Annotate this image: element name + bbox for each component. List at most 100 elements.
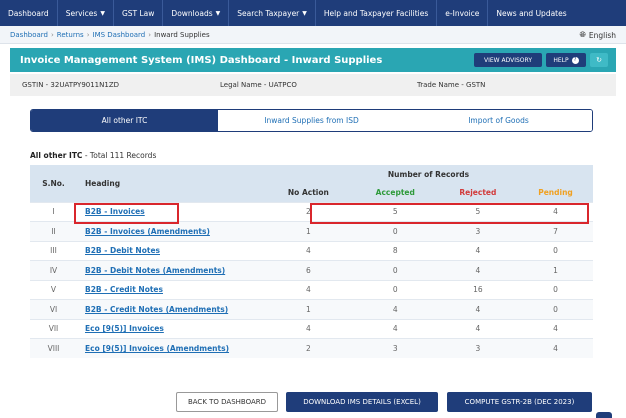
row-accepted[interactable]: 5 [352,201,438,222]
nav-news[interactable]: News and Updates [488,0,574,26]
row-sno: VI [30,299,77,319]
view-advisory-button[interactable]: VIEW ADVISORY [474,53,542,67]
row-rejected[interactable]: 16 [437,279,519,300]
row-no-action[interactable]: 1 [264,221,353,241]
row-accepted[interactable]: 4 [352,299,438,319]
tab-import-of-goods[interactable]: Import of Goods [405,110,592,131]
row-accepted[interactable]: 4 [352,318,438,339]
row-sno: VII [30,318,77,339]
help-button[interactable]: HELP ? [546,53,586,67]
row-heading-link[interactable]: Eco [9(5)] Invoices (Amendments) [85,344,229,353]
row-heading-link[interactable]: Eco [9(5)] Invoices [85,324,164,333]
tab-inward-supplies-isd[interactable]: Inward Supplies from ISD [218,110,405,131]
compute-gstr-2b-button[interactable]: COMPUTE GSTR-2B (DEC 2023) [447,392,592,412]
back-to-dashboard-button[interactable]: BACK TO DASHBOARD [176,392,278,412]
nav-dashboard[interactable]: Dashboard [0,0,58,26]
legal-name-text: Legal Name - UATPCO [220,81,297,89]
row-accepted[interactable]: 0 [352,279,438,300]
row-pending[interactable]: 4 [518,201,593,222]
nav-label: News and Updates [496,8,567,18]
row-heading-link[interactable]: B2B - Invoices (Amendments) [85,227,210,236]
nav-e-invoice[interactable]: e-Invoice [437,0,489,26]
row-sno: IV [30,260,77,280]
table-row: III B2B - Debit Notes 4 8 4 0 [30,240,593,261]
tab-all-other-itc[interactable]: All other ITC [31,110,218,131]
row-accepted[interactable]: 3 [352,338,438,358]
language-selector[interactable]: 🌐︎ English [580,30,617,40]
row-heading: B2B - Invoices (Amendments) [77,221,264,241]
nav-gst-law[interactable]: GST Law [114,0,164,26]
nav-services[interactable]: Services ▼ [58,0,114,26]
row-pending[interactable]: 1 [518,260,593,280]
row-heading-link[interactable]: B2B - Invoices [85,207,145,216]
row-sno: I [30,201,77,222]
nav-label: Dashboard [8,8,49,18]
row-rejected[interactable]: 3 [437,338,519,358]
row-rejected[interactable]: 4 [437,299,519,319]
row-pending[interactable]: 4 [518,318,593,339]
table-row: VIII Eco [9(5)] Invoices (Amendments) 2 … [30,338,593,358]
row-pending[interactable]: 4 [518,338,593,358]
caret-down-icon: ▼ [215,9,221,17]
refresh-icon: ↻ [596,56,602,64]
row-no-action[interactable]: 2 [264,338,353,358]
row-no-action[interactable]: 2 [264,201,353,222]
row-rejected[interactable]: 4 [437,260,519,280]
row-heading-link[interactable]: B2B - Debit Notes (Amendments) [85,266,225,275]
top-nav: Dashboard Services ▼ GST Law Downloads ▼ S… [0,0,626,26]
row-no-action[interactable]: 4 [264,318,353,339]
row-accepted[interactable]: 8 [352,240,438,261]
nav-search-taxpayer[interactable]: Search Taxpayer ▼ [229,0,316,26]
row-pending[interactable]: 0 [518,279,593,300]
table-row: IV B2B - Debit Notes (Amendments) 6 0 4 … [30,260,593,280]
breadcrumb-current: Inward Supplies [154,30,210,39]
row-heading-link[interactable]: B2B - Credit Notes (Amendments) [85,305,228,314]
nav-help[interactable]: Help and Taxpayer Facilities [316,0,438,26]
row-heading: B2B - Credit Notes (Amendments) [77,299,264,319]
col-pending: Pending [518,183,593,202]
refresh-button[interactable]: ↻ [590,53,608,67]
row-no-action[interactable]: 4 [264,240,353,261]
nav-label: Downloads [171,8,213,18]
globe-icon: 🌐︎ [579,30,586,39]
row-pending[interactable]: 7 [518,221,593,241]
row-sno: III [30,240,77,261]
row-pending[interactable]: 0 [518,240,593,261]
nav-label: Services [65,8,98,18]
breadcrumb-separator: › [148,30,152,39]
row-accepted[interactable]: 0 [352,221,438,241]
question-circle-icon: ? [571,56,579,64]
row-heading: Eco [9(5)] Invoices (Amendments) [77,338,264,358]
breadcrumb-separator: › [86,30,90,39]
row-pending[interactable]: 0 [518,299,593,319]
itc-tabs: All other ITC Inward Supplies from ISD I… [30,109,593,132]
row-accepted[interactable]: 0 [352,260,438,280]
row-no-action[interactable]: 1 [264,299,353,319]
taxpayer-info: GSTIN - 32UATPY9011N1ZD Legal Name - UAT… [10,74,616,96]
row-no-action[interactable]: 4 [264,279,353,300]
row-rejected[interactable]: 3 [437,221,519,241]
scroll-top-button[interactable] [596,412,612,418]
row-rejected[interactable]: 5 [437,201,519,222]
page-title: Invoice Management System (IMS) Dashboar… [20,54,383,66]
row-heading: B2B - Debit Notes [77,240,264,261]
row-rejected[interactable]: 4 [437,318,519,339]
row-heading-link[interactable]: B2B - Debit Notes [85,246,160,255]
breadcrumb-dashboard[interactable]: Dashboard [10,31,48,39]
row-heading: B2B - Invoices [77,201,264,222]
col-sno: S.No. [30,165,77,202]
records-total: - Total 111 Records [82,151,157,160]
nav-downloads[interactable]: Downloads ▼ [163,0,230,26]
nav-label: Help and Taxpayer Facilities [323,8,429,18]
page-header: Invoice Management System (IMS) Dashboar… [10,48,616,72]
breadcrumb-returns[interactable]: Returns [57,31,84,39]
row-heading-link[interactable]: B2B - Credit Notes [85,285,163,294]
breadcrumb-ims-dashboard[interactable]: IMS Dashboard [93,31,146,39]
row-sno: VIII [30,338,77,358]
col-no-action: No Action [264,183,353,202]
row-heading: Eco [9(5)] Invoices [77,318,264,339]
row-no-action[interactable]: 6 [264,260,353,280]
language-label: English [588,30,616,40]
row-rejected[interactable]: 4 [437,240,519,261]
download-ims-details-button[interactable]: DOWNLOAD IMS DETAILS (EXCEL) [286,392,438,412]
